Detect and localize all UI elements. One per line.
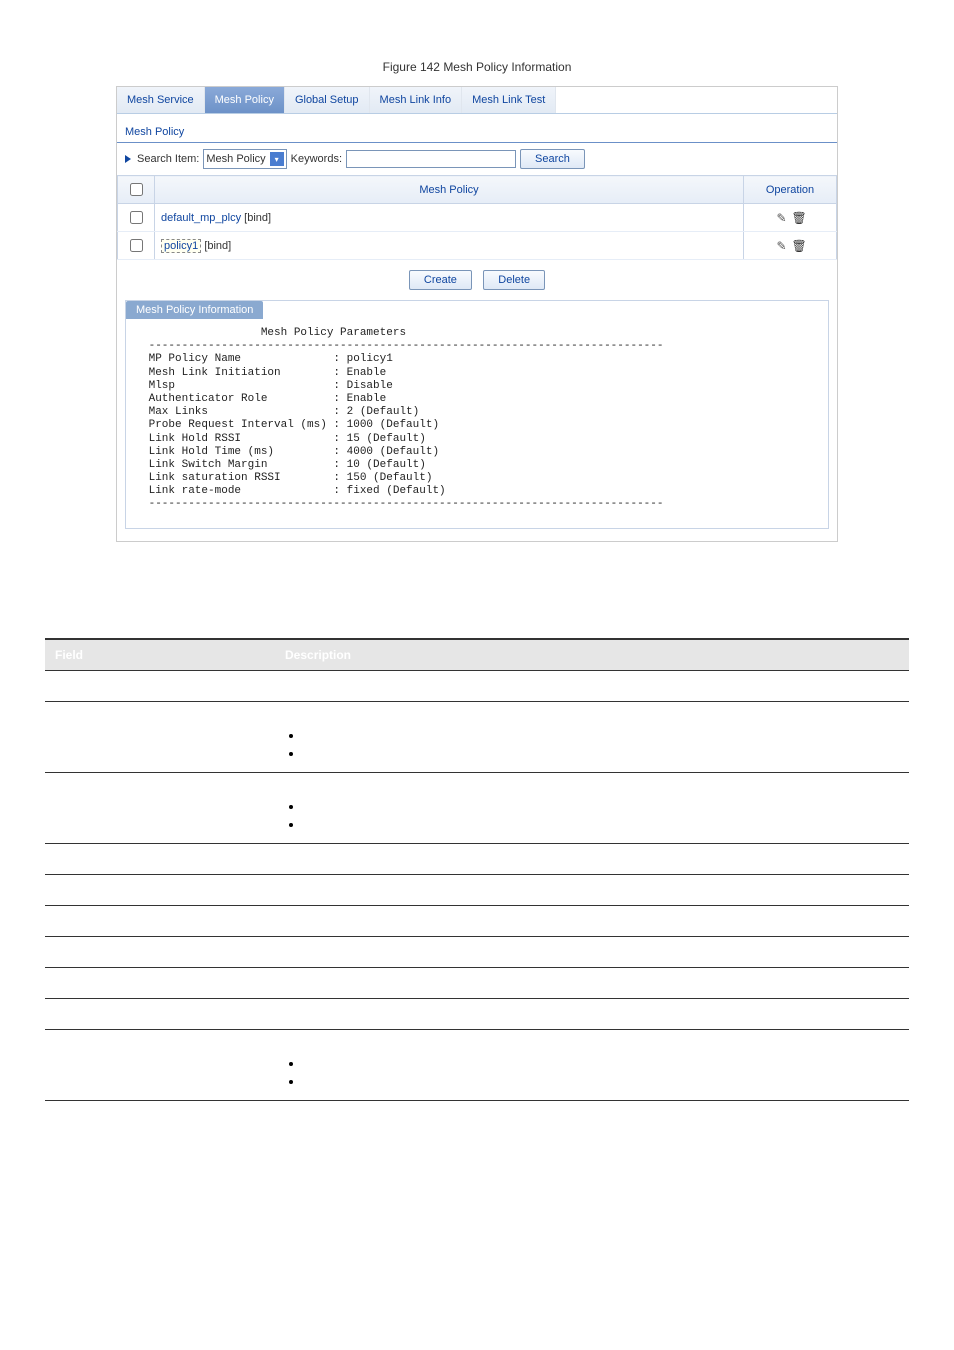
- tab-global-setup[interactable]: Global Setup: [285, 87, 370, 113]
- header-policy: Mesh Policy: [155, 176, 744, 204]
- desc-field: Mesh Link Initiation: [45, 701, 275, 772]
- desc-field: Link Rate Mode: [45, 1029, 275, 1100]
- delete-icon[interactable]: [792, 239, 806, 253]
- keywords-label: Keywords:: [291, 153, 342, 165]
- chevron-down-icon: ▾: [270, 152, 284, 166]
- header-checkbox[interactable]: [118, 176, 155, 204]
- select-all-checkbox[interactable]: [130, 183, 143, 196]
- desc-row: MP Policy NameMesh policy name.: [45, 670, 909, 701]
- intro-text: Return to Mesh policy configuration.: [45, 572, 909, 586]
- desc-field: Mlsp: [45, 772, 275, 843]
- desc-value: Probe request interval.: [275, 874, 909, 905]
- table-row: default_mp_plcy [bind]: [118, 204, 837, 232]
- desc-value: Mesh link hold time.: [275, 936, 909, 967]
- info-tab-label: Mesh Policy Information: [126, 301, 263, 319]
- desc-row: Max LinksMaximum number of links.: [45, 843, 909, 874]
- create-button[interactable]: Create: [409, 270, 472, 290]
- header-operation: Operation: [744, 176, 837, 204]
- bind-label: [bind]: [204, 240, 231, 252]
- desc-row: Link Rate ModeMesh link rate mode:fixed.…: [45, 1029, 909, 1100]
- desc-value: Mesh link switch margin.: [275, 967, 909, 998]
- info-panel: Mesh Policy Information Mesh Policy Para…: [125, 300, 829, 529]
- tab-bar: Mesh Service Mesh Policy Global Setup Me…: [117, 87, 837, 114]
- desc-row: Mesh Link InitiationWhether to initiate …: [45, 701, 909, 772]
- tab-mesh-link-test[interactable]: Mesh Link Test: [462, 87, 556, 113]
- desc-field: Link Hold Time: [45, 936, 275, 967]
- info-body: Mesh Policy Parameters -----------------…: [126, 319, 828, 528]
- delete-icon[interactable]: [792, 211, 806, 225]
- policy-link[interactable]: policy1: [161, 239, 201, 253]
- tab-mesh-policy[interactable]: Mesh Policy: [205, 87, 285, 113]
- desc-row: MlspWhether to enable MLSP:Enable.Disabl…: [45, 772, 909, 843]
- desc-value: Mesh link rate mode:fixed.real-time.: [275, 1029, 909, 1100]
- description-table: Field Description MP Policy NameMesh pol…: [45, 638, 909, 1101]
- search-row: Search Item: Mesh Policy ▾ Keywords: Sea…: [117, 143, 837, 175]
- desc-row: Link Hold TimeMesh link hold time.: [45, 936, 909, 967]
- desc-row: Link Hold RSSIMesh link hold RSSI.: [45, 905, 909, 936]
- triangle-icon: [125, 155, 131, 163]
- desc-value: Mesh policy name.: [275, 670, 909, 701]
- tab-mesh-link-info[interactable]: Mesh Link Info: [370, 87, 463, 113]
- desc-field: Link saturation RSSI: [45, 998, 275, 1029]
- keywords-input[interactable]: [346, 150, 516, 168]
- desc-field: Max Links: [45, 843, 275, 874]
- desc-field: Link Switch Margin: [45, 967, 275, 998]
- tab-mesh-service[interactable]: Mesh Service: [117, 87, 205, 113]
- desc-row: Link Switch MarginMesh link switch margi…: [45, 967, 909, 998]
- policy-link[interactable]: default_mp_plcy: [161, 212, 241, 224]
- bind-label: [bind]: [244, 212, 271, 224]
- desc-value: Whether to initiate mesh link establishm…: [275, 701, 909, 772]
- desc-value: Mesh link saturation RSSI.: [275, 998, 909, 1029]
- desc-value: Mesh link hold RSSI.: [275, 905, 909, 936]
- search-button[interactable]: Search: [520, 149, 585, 169]
- search-select[interactable]: Mesh Policy ▾: [203, 149, 286, 169]
- policy-table: Mesh Policy Operation default_mp_plcy [b…: [117, 175, 837, 260]
- desc-value: Maximum number of links.: [275, 843, 909, 874]
- search-select-value: Mesh Policy: [206, 153, 265, 165]
- screenshot-panel: Mesh Service Mesh Policy Global Setup Me…: [116, 86, 838, 542]
- desc-row: Probe Request IntervalProbe request inte…: [45, 874, 909, 905]
- row-checkbox[interactable]: [130, 211, 143, 224]
- section-title: Mesh Policy: [117, 114, 837, 143]
- table-caption: Table 40 Mesh policy information page: [45, 616, 909, 630]
- desc-row: Link saturation RSSIMesh link saturation…: [45, 998, 909, 1029]
- desc-field: MP Policy Name: [45, 670, 275, 701]
- row-checkbox[interactable]: [130, 239, 143, 252]
- edit-icon[interactable]: [774, 211, 788, 225]
- delete-button[interactable]: Delete: [483, 270, 545, 290]
- edit-icon[interactable]: [774, 239, 788, 253]
- search-label: Search Item:: [137, 153, 199, 165]
- table-row: policy1 [bind]: [118, 232, 837, 260]
- button-row: Create Delete: [117, 260, 837, 300]
- desc-header-desc: Description: [275, 639, 909, 671]
- desc-value: Whether to enable MLSP:Enable.Disable.: [275, 772, 909, 843]
- desc-field: Link Hold RSSI: [45, 905, 275, 936]
- desc-field: Probe Request Interval: [45, 874, 275, 905]
- desc-header-field: Field: [45, 639, 275, 671]
- figure-label: Figure 142 Mesh Policy Information: [45, 60, 909, 74]
